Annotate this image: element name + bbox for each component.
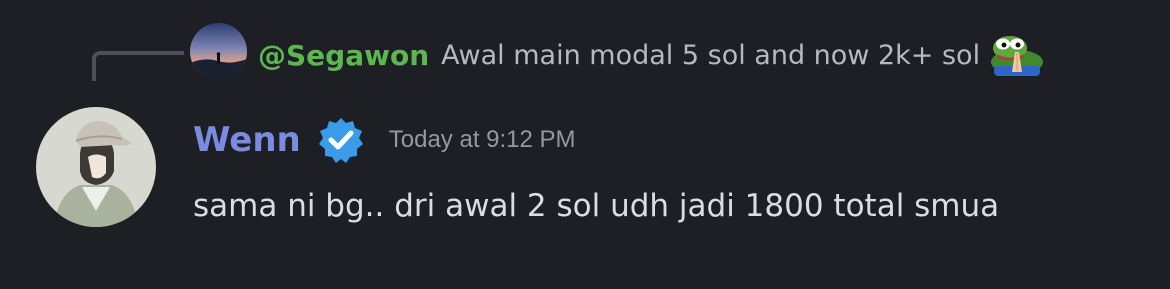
author-avatar[interactable] xyxy=(36,107,156,227)
message-header: Wenn Today at 9:12 PM xyxy=(193,112,576,168)
verified-badge-icon xyxy=(317,116,365,164)
sunset-silhouette-image xyxy=(190,23,247,80)
reply-message-text[interactable]: Awal main modal 5 sol and now 2k+ sol xyxy=(441,40,980,71)
reply-author-name[interactable]: @Segawon xyxy=(258,39,429,72)
author-name[interactable]: Wenn xyxy=(193,120,301,160)
message-timestamp[interactable]: Today at 9:12 PM xyxy=(389,126,576,154)
reply-author-avatar[interactable] xyxy=(190,23,247,80)
cap-boy-image xyxy=(36,107,156,227)
pepe-pray-emoji-icon xyxy=(988,32,1046,78)
reply-preview[interactable]: @Segawon Awal main modal 5 sol and now 2… xyxy=(258,33,1046,77)
reply-spine xyxy=(92,51,184,81)
message-content: sama ni bg.. dri awal 2 sol udh jadi 180… xyxy=(193,188,1000,224)
